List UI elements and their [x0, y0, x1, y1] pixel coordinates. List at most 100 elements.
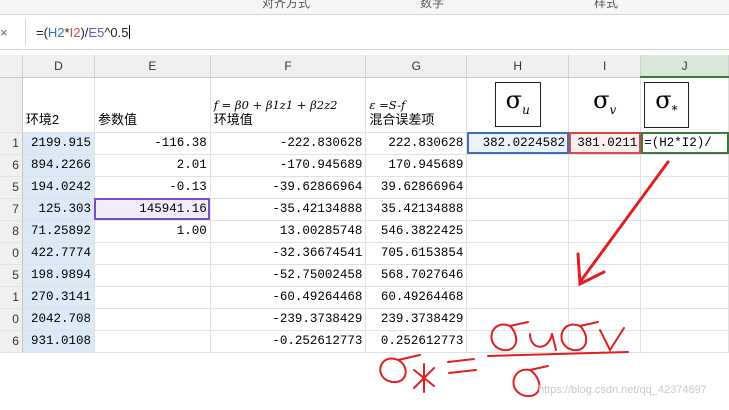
- cell-d[interactable]: 270.3141: [22, 286, 95, 309]
- ribbon-label-number[interactable]: 数字: [420, 0, 444, 11]
- cell-i[interactable]: [568, 308, 642, 331]
- cell-j[interactable]: [640, 176, 729, 199]
- header-cell-h[interactable]: σu: [466, 77, 570, 133]
- cell-d[interactable]: 2042.708: [22, 308, 95, 331]
- row-header[interactable]: 5: [0, 176, 23, 199]
- cell-h[interactable]: [466, 176, 570, 199]
- cell-i[interactable]: [568, 198, 642, 221]
- header-cell-j[interactable]: σ*: [640, 77, 729, 133]
- column-header-h[interactable]: H: [466, 55, 570, 78]
- cell-e[interactable]: 2.01: [94, 154, 211, 177]
- ribbon-label-styles[interactable]: 样式: [594, 0, 618, 11]
- cell-j[interactable]: [640, 242, 729, 265]
- cell-h[interactable]: [466, 220, 570, 243]
- formula-input[interactable]: =(H2*I2)/E5^0.5: [36, 25, 131, 40]
- header-cell-e[interactable]: 参数值: [94, 77, 211, 133]
- cell-e[interactable]: [94, 264, 211, 287]
- cell-i[interactable]: [568, 242, 642, 265]
- cell-f[interactable]: -60.49264468: [210, 286, 367, 309]
- cell-i[interactable]: [568, 154, 642, 177]
- cell-i[interactable]: [568, 264, 642, 287]
- cell-g[interactable]: 705.6153854: [365, 242, 468, 265]
- cell-f[interactable]: -35.42134888: [210, 198, 367, 221]
- cell-j[interactable]: =(H2*I2)/: [640, 132, 729, 155]
- cell-g[interactable]: 39.62866964: [365, 176, 468, 199]
- cell-g[interactable]: 222.830628: [365, 132, 468, 155]
- cell-j[interactable]: [640, 198, 729, 221]
- cell-f[interactable]: -0.252612773: [210, 330, 367, 353]
- cell-i[interactable]: [568, 286, 642, 309]
- cell-h[interactable]: [466, 308, 570, 331]
- row-header[interactable]: 8: [0, 220, 23, 243]
- cell-e[interactable]: [94, 242, 211, 265]
- row-header[interactable]: 1: [0, 286, 23, 309]
- row-header[interactable]: 1: [0, 132, 23, 155]
- row-header[interactable]: 6: [0, 330, 23, 353]
- cell-h[interactable]: [466, 154, 570, 177]
- cell-e[interactable]: [94, 308, 211, 331]
- cell-i[interactable]: 381.0211: [568, 132, 642, 155]
- column-header-d[interactable]: D: [22, 55, 95, 78]
- cell-g[interactable]: 0.252612773: [365, 330, 468, 353]
- cell-f[interactable]: -32.36674541: [210, 242, 367, 265]
- column-header-g[interactable]: G: [365, 55, 468, 78]
- cell-g[interactable]: 546.3822425: [365, 220, 468, 243]
- row-header[interactable]: [0, 77, 23, 133]
- header-cell-g[interactable]: ε =S-f 混合误差项: [365, 77, 468, 133]
- cell-j[interactable]: [640, 308, 729, 331]
- cell-d[interactable]: 198.9894: [22, 264, 95, 287]
- cell-i[interactable]: [568, 176, 642, 199]
- cell-e[interactable]: 145941.16: [94, 198, 211, 221]
- cell-f[interactable]: 13.00285748: [210, 220, 367, 243]
- cell-j[interactable]: [640, 154, 729, 177]
- column-header-j[interactable]: J: [640, 55, 729, 78]
- cell-j[interactable]: [640, 220, 729, 243]
- cell-d[interactable]: 71.25892: [22, 220, 95, 243]
- header-cell-d[interactable]: 环境2: [22, 77, 95, 133]
- cell-e[interactable]: -116.38: [94, 132, 211, 155]
- cell-g[interactable]: 239.3738429: [365, 308, 468, 331]
- cell-i[interactable]: [568, 330, 642, 353]
- cell-h[interactable]: [466, 198, 570, 221]
- cell-f[interactable]: -222.830628: [210, 132, 367, 155]
- row-header[interactable]: 0: [0, 242, 23, 265]
- column-header-e[interactable]: E: [94, 55, 211, 78]
- cell-h[interactable]: [466, 264, 570, 287]
- cell-g[interactable]: 35.42134888: [365, 198, 468, 221]
- cell-j[interactable]: [640, 286, 729, 309]
- cell-g[interactable]: 60.49264468: [365, 286, 468, 309]
- cell-d[interactable]: 894.2266: [22, 154, 95, 177]
- header-cell-f[interactable]: f = β0 + β1z1 + β2z2 环境值: [210, 77, 367, 133]
- cell-d[interactable]: 2199.915: [22, 132, 95, 155]
- cell-d[interactable]: 931.0108: [22, 330, 95, 353]
- column-header-i[interactable]: I: [568, 55, 642, 78]
- cell-f[interactable]: -170.945689: [210, 154, 367, 177]
- cell-d[interactable]: 422.7774: [22, 242, 95, 265]
- cell-g[interactable]: 568.7027646: [365, 264, 468, 287]
- ribbon-label-alignment[interactable]: 对齐方式: [262, 0, 310, 11]
- cell-d[interactable]: 125.303: [22, 198, 95, 221]
- row-header[interactable]: 5: [0, 264, 23, 287]
- cell-g[interactable]: 170.945689: [365, 154, 468, 177]
- cancel-icon[interactable]: ×: [0, 25, 8, 40]
- cell-f[interactable]: -52.75002458: [210, 264, 367, 287]
- cell-e[interactable]: [94, 286, 211, 309]
- cell-d[interactable]: 194.0242: [22, 176, 95, 199]
- cell-f[interactable]: -39.62866964: [210, 176, 367, 199]
- select-all-corner[interactable]: [0, 55, 23, 78]
- row-header[interactable]: 7: [0, 198, 23, 221]
- column-header-f[interactable]: F: [210, 55, 367, 78]
- cell-e[interactable]: [94, 330, 211, 353]
- cell-h[interactable]: [466, 242, 570, 265]
- row-header[interactable]: 0: [0, 308, 23, 331]
- cell-e[interactable]: -0.13: [94, 176, 211, 199]
- cell-j[interactable]: [640, 264, 729, 287]
- cell-i[interactable]: [568, 220, 642, 243]
- row-header[interactable]: 6: [0, 154, 23, 177]
- cell-h[interactable]: [466, 330, 570, 353]
- cell-f[interactable]: -239.3738429: [210, 308, 367, 331]
- cell-h[interactable]: 382.0224582: [466, 132, 570, 155]
- cell-e[interactable]: 1.00: [94, 220, 211, 243]
- header-cell-i[interactable]: σv: [568, 77, 642, 133]
- cell-j[interactable]: [640, 330, 729, 353]
